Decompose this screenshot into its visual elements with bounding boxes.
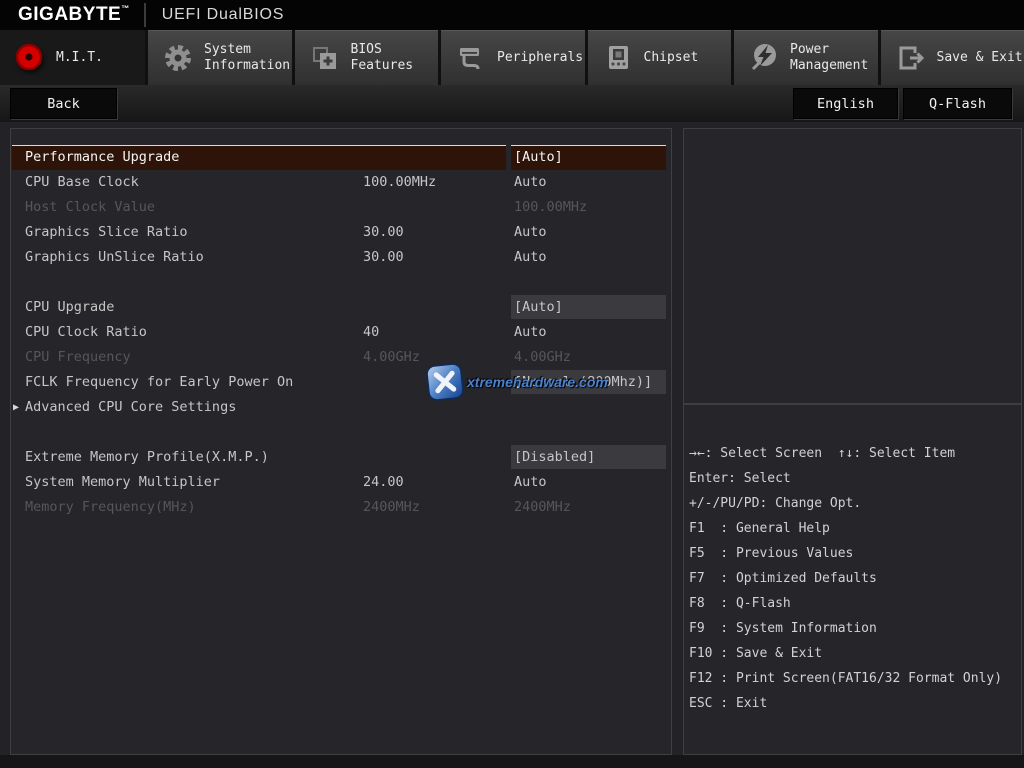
help-key-line: F9 : System Information [689, 616, 1021, 641]
help-key-line: F8 : Q-Flash [689, 591, 1021, 616]
gear-icon [160, 40, 196, 76]
help-key-line: ESC : Exit [689, 691, 1021, 716]
setting-option-value: [Auto] [514, 295, 563, 320]
setting-option-value: [Auto] [514, 145, 563, 170]
setting-label: Performance Upgrade [25, 145, 179, 170]
help-key-line: F12 : Print Screen(FAT16/32 Format Only) [689, 666, 1021, 691]
setting-current-value: 4.00GHz [363, 345, 420, 370]
setting-row[interactable]: CPU Upgrade [Auto] [11, 295, 671, 320]
setting-current-value: 40 [363, 320, 379, 345]
setting-row[interactable]: CPU Frequency 4.00GHz 4.00GHz [11, 345, 671, 370]
setting-label: Advanced CPU Core Settings [25, 395, 236, 420]
tab-save-exit[interactable]: Save & Exit [881, 30, 1024, 85]
bottom-strip [0, 755, 1024, 768]
setting-row[interactable]: Graphics Slice Ratio 30.00 Auto [11, 220, 671, 245]
setting-row[interactable]: System Memory Multiplier 24.00 Auto [11, 470, 671, 495]
setting-label: FCLK Frequency for Early Power On [25, 370, 293, 395]
tab-label: Save & Exit [937, 50, 1023, 66]
setting-label: CPU Base Clock [25, 170, 139, 195]
help-key-line: F5 : Previous Values [689, 541, 1021, 566]
setting-label: Graphics Slice Ratio [25, 220, 188, 245]
top-bar: GIGABYTE™ UEFI DualBIOS [0, 0, 1024, 30]
firmware-title: UEFI DualBIOS [162, 6, 284, 24]
key-legend-panel: →←: Select Screen ↑↓: Select ItemEnter: … [683, 404, 1022, 755]
setting-row[interactable]: Graphics UnSlice Ratio 30.00 Auto [11, 245, 671, 270]
setting-row[interactable]: ▶Advanced CPU Core Settings [11, 395, 671, 420]
tab-system-information[interactable]: System Information [148, 30, 292, 85]
setting-row[interactable]: CPU Base Clock 100.00MHz Auto [11, 170, 671, 195]
tab-label: Power Management [790, 42, 868, 74]
setting-label: System Memory Multiplier [25, 470, 220, 495]
setting-current-value: 24.00 [363, 470, 404, 495]
exit-icon [893, 40, 929, 76]
tab-peripherals[interactable]: Peripherals [441, 30, 585, 85]
peripheral-icon [453, 40, 489, 76]
help-key-line: F7 : Optimized Defaults [689, 566, 1021, 591]
setting-option-value: Auto [514, 170, 547, 195]
setting-label: CPU Upgrade [25, 295, 114, 320]
setting-row[interactable]: Host Clock Value 100.00MHz [11, 195, 671, 220]
setting-option-value: Auto [514, 470, 547, 495]
setting-option-value: [Disabled] [514, 445, 595, 470]
setting-row[interactable]: Performance Upgrade [Auto] [11, 145, 671, 170]
language-button[interactable]: English [793, 88, 898, 119]
tab-label: M.I.T. [56, 50, 103, 66]
setting-option-value: Auto [514, 245, 547, 270]
setting-option-value: 2400MHz [514, 495, 571, 520]
tab-label: System Information [204, 42, 290, 74]
setting-option-value: Auto [514, 220, 547, 245]
record-icon [12, 40, 48, 76]
expand-arrow-icon: ▶ [13, 395, 19, 420]
setting-label: Host Clock Value [25, 195, 155, 220]
setting-current-value: 30.00 [363, 245, 404, 270]
item-help-panel [683, 128, 1022, 404]
help-key-line: +/-/PU/PD: Change Opt. [689, 491, 1021, 516]
tab-label: Peripherals [497, 50, 583, 66]
toolbar-strip: Back English Q-Flash [0, 85, 1024, 122]
tab-strip: M.I.T. System Information BIOS Features Per… [0, 30, 1024, 85]
setting-label: CPU Clock Ratio [25, 320, 147, 345]
tab-label: Chipset [644, 50, 699, 66]
folders-icon [307, 40, 343, 76]
help-key-line: →←: Select Screen ↑↓: Select Item [689, 441, 1021, 466]
setting-row[interactable]: FCLK Frequency for Early Power On [Normal… [11, 370, 671, 395]
setting-label: Memory Frequency(MHz) [25, 495, 196, 520]
setting-option-value: [Normal (800Mhz)] [514, 370, 652, 395]
setting-current-value: 100.00MHz [363, 170, 436, 195]
setting-option-value: 100.00MHz [514, 195, 587, 220]
lightning-icon [746, 40, 782, 76]
setting-option-value: Auto [514, 320, 547, 345]
topbar-divider [144, 3, 146, 27]
setting-row[interactable]: CPU Clock Ratio 40 Auto [11, 320, 671, 345]
qflash-button[interactable]: Q-Flash [903, 88, 1012, 119]
settings-panel: Performance Upgrade [Auto] CPU Base Clock 1… [10, 128, 672, 755]
back-button[interactable]: Back [10, 88, 117, 119]
setting-label: CPU Frequency [25, 345, 131, 370]
tab-bios-features[interactable]: BIOS Features [295, 30, 439, 85]
gigabyte-logo: GIGABYTE™ [18, 4, 130, 26]
tab-chipset[interactable]: Chipset [588, 30, 732, 85]
help-key-line: F10 : Save & Exit [689, 641, 1021, 666]
help-key-line: F1 : General Help [689, 516, 1021, 541]
setting-row[interactable]: Memory Frequency(MHz) 2400MHz 2400MHz [11, 495, 671, 520]
setting-current-value: 30.00 [363, 220, 404, 245]
setting-row[interactable]: Extreme Memory Profile(X.M.P.) [Disabled] [11, 445, 671, 470]
tab-power-management[interactable]: Power Management [734, 30, 878, 85]
setting-label: Extreme Memory Profile(X.M.P.) [25, 445, 269, 470]
chip-icon [600, 40, 636, 76]
tab-label: BIOS Features [351, 42, 414, 74]
setting-option-value: 4.00GHz [514, 345, 571, 370]
tab-mit[interactable]: M.I.T. [0, 30, 145, 85]
setting-current-value: 2400MHz [363, 495, 420, 520]
setting-label: Graphics UnSlice Ratio [25, 245, 204, 270]
help-key-line: Enter: Select [689, 466, 1021, 491]
